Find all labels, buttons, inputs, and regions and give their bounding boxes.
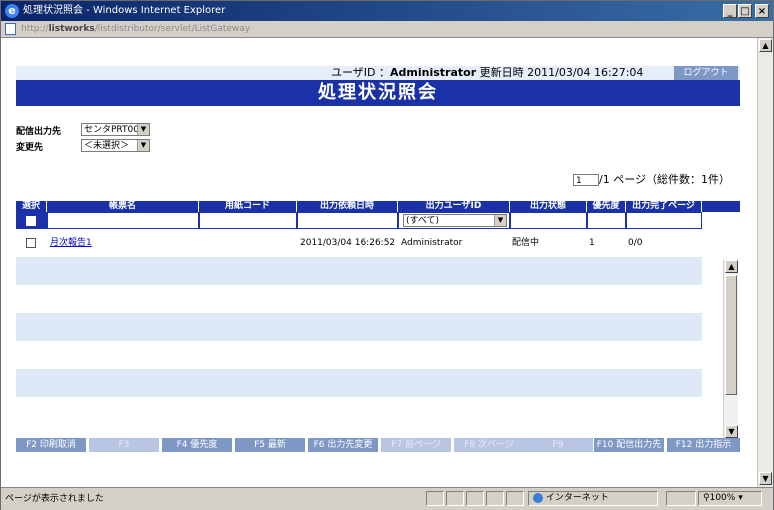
table-scrollbar[interactable]: ▲ ▼ [723, 260, 738, 439]
page-number-input[interactable]: 1 [573, 174, 599, 186]
status-segment [486, 491, 504, 506]
maximize-button[interactable]: □ [738, 4, 752, 18]
col-user: 出力ユーザID [398, 201, 510, 212]
magnifier-icon: ⚲ [703, 493, 710, 503]
status-bar: ページが表示されました インターネット ⚲100% ▾ [1, 487, 773, 510]
scroll-up-icon[interactable]: ▲ [759, 39, 772, 52]
table-body: 月次報告1 2011/03/04 16:26:52 Administrator … [16, 229, 740, 439]
f5-button[interactable]: F5 最新 [235, 438, 305, 452]
row-select-cell [16, 229, 47, 257]
pager: 1/1 ページ（総件数：1件） [573, 171, 730, 187]
zone-label: インターネット [545, 493, 609, 503]
function-key-bar: F2 印刷取消 F3 F4 優先度 F5 最新 F6 出力先変更 F7 前ページ… [16, 438, 740, 452]
filter-cell: (すべて) ▼ [398, 212, 510, 229]
scroll-down-icon[interactable]: ▼ [759, 472, 772, 485]
paper-code-cell [199, 229, 297, 257]
filter-row: (すべて) ▼ [16, 212, 740, 229]
user-filter-select[interactable]: (すべて) ▼ [403, 214, 507, 227]
f6-button[interactable]: F6 出力先変更 [308, 438, 378, 452]
status-segment [426, 491, 444, 506]
f7-button[interactable]: F7 前ページ [381, 438, 451, 452]
empty-row [16, 369, 702, 397]
dest-label: 配信出力先 [16, 127, 62, 137]
status-message: ページが表示されました [5, 494, 104, 504]
user-info: ユーザID ：Administrator 更新日時 2011/03/04 16:… [331, 66, 644, 79]
col-select: 選択 [16, 201, 47, 212]
logout-button[interactable]: ログアウト [674, 66, 738, 80]
status-segment [506, 491, 524, 506]
col-priority: 優先度 [587, 201, 626, 212]
form-name-link[interactable]: 月次報告1 [50, 238, 92, 248]
page-scrollbar[interactable]: ▲ ▼ [757, 38, 773, 487]
f4-button[interactable]: F4 優先度 [162, 438, 232, 452]
f2-button[interactable]: F2 印刷取消 [16, 438, 86, 452]
status-segment [466, 491, 484, 506]
f9-button[interactable]: F9 [523, 438, 593, 452]
change-select[interactable]: ＜未選択＞ ▼ [81, 139, 150, 152]
empty-row [16, 341, 702, 369]
col-requested: 出力依頼日時 [297, 201, 398, 212]
ie-icon: e [5, 4, 19, 18]
window-title: 処理状況照会 - Windows Internet Explorer [23, 5, 226, 16]
page-icon [5, 23, 16, 35]
empty-row [16, 285, 702, 313]
pages-cell: 0/0 [626, 229, 702, 257]
priority-cell: 1 [587, 229, 626, 257]
page-title: 処理状況照会 [16, 80, 740, 106]
empty-row [16, 397, 702, 425]
user-cell: Administrator [398, 229, 510, 257]
zoom-control[interactable]: ⚲100% ▾ [698, 491, 762, 506]
chevron-down-icon: ▼ [137, 140, 149, 151]
zone-indicator: インターネット [528, 491, 658, 506]
address-url[interactable]: http://listworks/listdistributor/servlet… [21, 21, 250, 37]
table-row[interactable]: 月次報告1 2011/03/04 16:26:52 Administrator … [16, 229, 702, 257]
window-titlebar: e 処理状況照会 - Windows Internet Explorer _ □… [1, 1, 773, 21]
scroll-down-icon[interactable]: ▼ [725, 425, 738, 438]
table-header: 選択 帳票名 用紙コード 出力依頼日時 出力ユーザID 出力状態 優先度 出力完… [16, 201, 740, 212]
scroll-up-icon[interactable]: ▲ [725, 260, 738, 273]
f8-button[interactable]: F8 次ページ [454, 438, 524, 452]
col-form-name: 帳票名 [47, 201, 199, 212]
filter-cell [626, 212, 702, 229]
filter-cell [587, 212, 626, 229]
chevron-down-icon: ▼ [494, 215, 506, 226]
requested-cell: 2011/03/04 16:26:52 [297, 229, 398, 257]
dest-select[interactable]: センタPRT001 ▼ [81, 123, 150, 136]
col-state: 出力状態 [510, 201, 587, 212]
address-bar[interactable]: http://listworks/listdistributor/servlet… [1, 21, 773, 38]
f10-button[interactable]: F10 配信出力先 [594, 438, 664, 452]
protected-mode-icon[interactable] [666, 491, 696, 506]
chevron-down-icon: ▼ [137, 124, 149, 135]
row-checkbox[interactable] [26, 237, 36, 248]
filter-cell [510, 212, 587, 229]
filter-cell [297, 212, 398, 229]
browser-window: e 処理状況照会 - Windows Internet Explorer _ □… [0, 0, 774, 510]
status-segment [446, 491, 464, 506]
f3-button[interactable]: F3 [89, 438, 159, 452]
select-all-checkbox[interactable] [26, 216, 36, 226]
globe-icon [533, 492, 543, 503]
scroll-thumb[interactable] [725, 275, 737, 395]
filter-cell [199, 212, 297, 229]
col-paper-code: 用紙コード [199, 201, 297, 212]
close-button[interactable]: × [755, 4, 769, 18]
filter-select-cell [16, 212, 47, 229]
zoom-level: 100% [709, 493, 736, 503]
f12-button[interactable]: F12 出力指示 [667, 438, 740, 452]
form-name-cell: 月次報告1 [47, 229, 199, 257]
empty-row [16, 257, 702, 285]
empty-row [16, 313, 702, 341]
minimize-button[interactable]: _ [723, 4, 737, 18]
state-cell: 配信中 [510, 229, 587, 257]
filter-cell [47, 212, 199, 229]
change-label: 変更先 [16, 143, 44, 153]
page-content: ユーザID ：Administrator 更新日時 2011/03/04 16:… [1, 38, 757, 487]
col-pages: 出力完了ページ [626, 201, 702, 212]
